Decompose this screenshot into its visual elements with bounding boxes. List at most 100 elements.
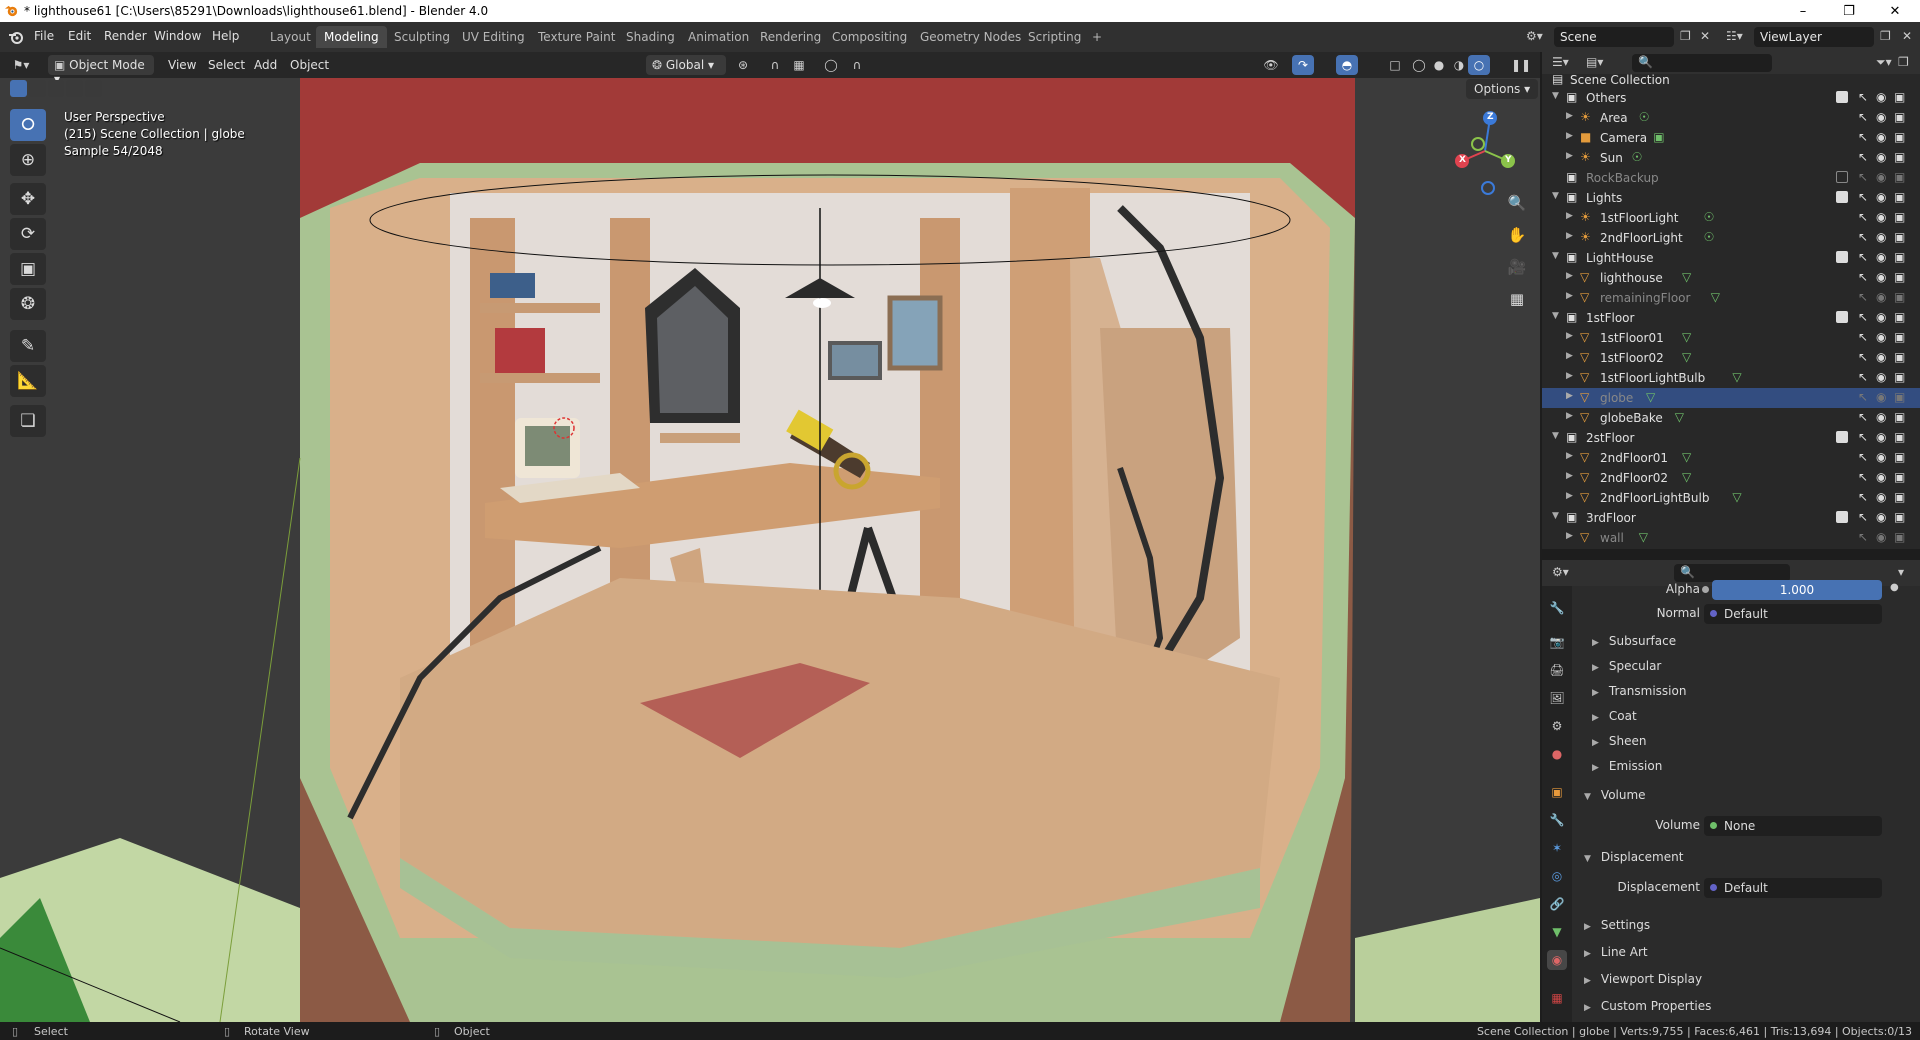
3d-viewport[interactable]: Z X Y 🔍 ✋ 🎥 ▦ User Perspective (215) Sce… [0,78,1540,1022]
select-arrow-icon[interactable]: ↖ [1858,410,1868,424]
outliner-row-lighthouse[interactable]: ▶ ▽ lighthouse ▽ ↖ ◉ ▣ [1542,268,1920,288]
disclosure-icon[interactable]: ▶ [1566,371,1573,381]
xray-icon[interactable]: □ [1384,55,1406,75]
menu-add[interactable]: Add [248,55,283,75]
outliner-row-1stfloor[interactable]: ▼ ▣ 1stFloor ↖ ◉ ▣ [1542,308,1920,328]
outliner-row-area[interactable]: ▶ ☀ Area ☉ ↖ ◉ ▣ [1542,108,1920,128]
disclosure-icon[interactable]: ▶ [1566,471,1573,481]
eye-icon[interactable]: ◉ [1876,330,1886,344]
mesh-data-icon[interactable]: ▽ [1732,490,1741,504]
solid-shading-icon[interactable]: ● [1428,55,1450,75]
subsection-emission[interactable]: ▶ Emission [1592,759,1662,773]
outliner-row-1stfloorlightbulb[interactable]: ▶ ▽ 1stFloorLightBulb ▽ ↖ ◉ ▣ [1542,368,1920,388]
expand-icon[interactable]: ▼ [1552,91,1559,101]
outliner-root[interactable]: ▤ Scene Collection [1542,70,1920,90]
camera-render-icon[interactable]: ▣ [1894,530,1905,544]
mesh-data-icon[interactable]: ▽ [1682,470,1691,484]
eye-icon[interactable]: ◉ [1876,510,1886,524]
select-arrow-icon[interactable]: ↖ [1858,150,1868,164]
mesh-data-icon[interactable]: ▽ [1682,450,1691,464]
camera-render-icon[interactable]: ▣ [1894,110,1905,124]
mesh-data-icon[interactable]: ▽ [1682,350,1691,364]
falloff-icon[interactable]: ∩ [846,55,868,75]
camera-render-icon[interactable]: ▣ [1894,490,1905,504]
camera-render-icon[interactable]: ▣ [1894,190,1905,204]
disclosure-icon[interactable]: ▶ [1566,351,1573,361]
menu-file[interactable]: File [34,29,54,43]
zoom-icon[interactable]: 🔍 [1503,189,1531,217]
alpha-keyframe-icon[interactable]: ● [1890,582,1899,593]
select-arrow-icon[interactable]: ↖ [1858,190,1868,204]
outliner-row-2ndfloor01[interactable]: ▶ ▽ 2ndFloor01 ▽ ↖ ◉ ▣ [1542,448,1920,468]
camera-render-icon[interactable]: ▣ [1894,290,1905,304]
physics-tab-icon[interactable]: ◎ [1547,866,1567,886]
outliner-row-3rdfloor[interactable]: ▼ ▣ 3rdFloor ↖ ◉ ▣ [1542,508,1920,528]
camera-render-icon[interactable]: ▣ [1894,170,1905,184]
disclosure-icon[interactable]: ▶ [1566,111,1573,121]
new-collection-icon[interactable]: ❐ [1898,55,1909,69]
select-arrow-icon[interactable]: ↖ [1858,490,1868,504]
new-view-layer-icon[interactable]: ❐ [1880,29,1891,43]
displacement-panel-header[interactable]: ▼ Displacement [1584,850,1683,864]
tab-uv-editing[interactable]: UV Editing [454,26,533,48]
camera-render-icon[interactable]: ▣ [1894,390,1905,404]
eye-icon[interactable]: ◉ [1876,110,1886,124]
select-arrow-icon[interactable]: ↖ [1858,130,1868,144]
transform-tool[interactable]: ❂ [10,288,46,320]
properties-options-icon[interactable]: ▾ [1898,565,1904,579]
exclude-checkbox[interactable] [1836,311,1848,323]
add-cube-tool[interactable]: ❏ [10,405,46,437]
move-tool[interactable]: ✥ [10,183,46,215]
data-tab-icon[interactable]: ▼ [1547,922,1567,942]
select-arrow-icon[interactable]: ↖ [1858,450,1868,464]
outliner-row-2ndfloorlightbulb[interactable]: ▶ ▽ 2ndFloorLightBulb ▽ ↖ ◉ ▣ [1542,488,1920,508]
select-arrow-icon[interactable]: ↖ [1858,310,1868,324]
expand-icon[interactable]: ▼ [1552,191,1559,201]
material-shading-icon[interactable]: ◑ [1448,55,1470,75]
mesh-data-icon[interactable]: ▽ [1675,410,1684,424]
rendered-shading-icon[interactable]: ○ [1468,55,1490,75]
texture-tab-icon[interactable]: ▦ [1547,988,1567,1008]
eye-icon[interactable]: ◉ [1876,130,1886,144]
expand-icon[interactable]: ▼ [1552,511,1559,521]
tab-shading[interactable]: Shading [618,26,683,48]
camera-render-icon[interactable]: ▣ [1894,270,1905,284]
eye-icon[interactable]: ◉ [1876,290,1886,304]
mesh-data-icon[interactable]: ▽ [1682,270,1691,284]
alpha-field[interactable]: 1.000 [1702,580,1882,600]
view-layer-selector[interactable]: ViewLayer [1754,27,1874,47]
tool-tab-icon[interactable]: 🔧 [1547,598,1567,618]
exclude-checkbox[interactable] [1836,171,1848,183]
eye-icon[interactable]: ◉ [1876,190,1886,204]
rotate-tool[interactable]: ⟳ [10,218,46,250]
mesh-data-icon[interactable]: ▽ [1682,330,1691,344]
select-arrow-icon[interactable]: ↖ [1858,430,1868,444]
eye-icon[interactable]: ◉ [1876,90,1886,104]
annotate-tool[interactable]: ✎ [10,330,46,362]
camera-render-icon[interactable]: ▣ [1894,250,1905,264]
tab-modeling[interactable]: Modeling [316,26,387,48]
menu-render[interactable]: Render [104,29,147,43]
volume-panel-header[interactable]: ▼ Volume [1584,788,1646,802]
new-scene-icon[interactable]: ❐ [1680,29,1691,43]
subsection-coat[interactable]: ▶ Coat [1592,709,1637,723]
modifier-tab-icon[interactable]: 🔧 [1547,810,1567,830]
camera-render-icon[interactable]: ▣ [1894,330,1905,344]
eye-icon[interactable]: ◉ [1876,430,1886,444]
tab-compositing[interactable]: Compositing [824,26,915,48]
disclosure-icon[interactable]: ▶ [1566,491,1573,501]
camera-render-icon[interactable]: ▣ [1894,410,1905,424]
snap-icon[interactable]: ∩ [764,55,786,75]
select-extend-icon[interactable] [28,80,46,97]
editor-type-icon[interactable]: ⚑▾ [10,55,32,75]
eye-icon[interactable]: ◉ [1876,370,1886,384]
menu-object[interactable]: Object [284,55,335,75]
mesh-data-icon[interactable]: ▽ [1732,370,1741,384]
mode-selector[interactable]: ▣ Object Mode ▾ [48,55,154,86]
output-tab-icon[interactable]: 🖨 [1547,660,1567,680]
visibility-icon[interactable]: 👁 [1260,55,1282,75]
eye-icon[interactable]: ◉ [1876,490,1886,504]
select-arrow-icon[interactable]: ↖ [1858,530,1868,544]
camera-render-icon[interactable]: ▣ [1894,150,1905,164]
subsection-subsurface[interactable]: ▶ Subsurface [1592,634,1676,648]
